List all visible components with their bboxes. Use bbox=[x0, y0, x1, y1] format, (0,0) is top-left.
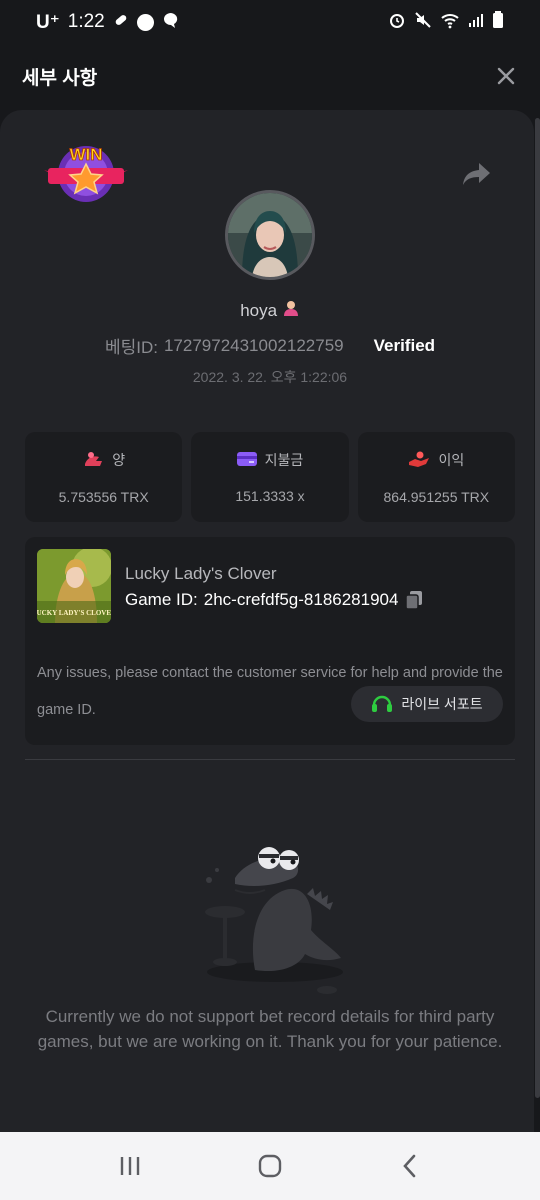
close-button[interactable] bbox=[494, 64, 518, 88]
bet-stats: 양 5.753556 TRX 지불금 151.3333 x 이익 864.951… bbox=[25, 432, 515, 522]
live-support-button[interactable]: 라이브 서포트 bbox=[351, 686, 503, 722]
back-chevron-icon bbox=[403, 1154, 416, 1178]
stat-card-payout: 지불금 151.3333 x bbox=[191, 432, 349, 522]
stat-label: 지불금 bbox=[264, 452, 304, 468]
live-support-label: 라이브 서포트 bbox=[401, 696, 483, 712]
empty-state-message: Currently we do not support bet record d… bbox=[37, 1007, 503, 1051]
close-icon bbox=[497, 67, 515, 85]
home-icon bbox=[258, 1154, 282, 1178]
headset-icon bbox=[371, 693, 393, 716]
clock: 1:22 bbox=[67, 11, 105, 32]
chat-bubble-icon bbox=[162, 11, 180, 34]
status-bar: U⁺ 1:22 bbox=[0, 0, 540, 44]
verified-badge: Verified bbox=[373, 335, 436, 355]
signal-icon bbox=[468, 12, 484, 33]
stat-value: 5.753556 TRX bbox=[58, 488, 149, 505]
recents-icon bbox=[120, 1157, 140, 1175]
game-id-row: Game ID: 2hc-crefdf5g-8186281904 bbox=[125, 590, 424, 610]
battery-icon bbox=[492, 10, 504, 34]
pill-notification-icon bbox=[113, 12, 129, 33]
copy-button[interactable] bbox=[404, 590, 424, 610]
game-id-value: 2hc-crefdf5g-8186281904 bbox=[203, 590, 399, 609]
section-divider bbox=[25, 759, 515, 760]
system-nav-bar bbox=[0, 1132, 540, 1200]
game-card: LUCKY LADY'S CLOVER Lucky Lady's Clover … bbox=[25, 537, 515, 745]
bet-timestamp: 2022. 3. 22. 오후 1:22:06 bbox=[192, 369, 348, 385]
stat-value: 151.3333 x bbox=[235, 488, 305, 504]
wifi-icon bbox=[440, 11, 460, 34]
profit-hand-icon bbox=[408, 450, 430, 471]
stat-value: 864.951255 TRX bbox=[383, 488, 490, 505]
coins-icon bbox=[82, 450, 104, 471]
wallet-icon bbox=[236, 451, 257, 470]
bet-id-label: 베팅ID: bbox=[104, 338, 158, 357]
lock-app-icon bbox=[136, 13, 154, 31]
stat-label: 양 bbox=[112, 452, 126, 468]
game-thumb-caption: LUCKY LADY'S CLOVER bbox=[37, 609, 111, 617]
username-row: hoya bbox=[0, 300, 540, 321]
details-header: 세부 사항 bbox=[0, 44, 540, 108]
crocodile-mascot-icon bbox=[195, 830, 345, 1000]
copy-icon bbox=[405, 591, 423, 610]
page-title: 세부 사항 bbox=[22, 67, 98, 89]
carrier-label: U⁺ bbox=[36, 11, 60, 33]
avatar bbox=[225, 190, 315, 280]
bet-id-value: 1727972431002122759 bbox=[163, 335, 344, 355]
alarm-icon bbox=[388, 11, 406, 34]
username: hoya bbox=[240, 301, 278, 320]
mute-icon bbox=[414, 11, 432, 34]
game-title: Lucky Lady's Clover bbox=[125, 564, 277, 583]
bet-id-row: 베팅ID: 1727972431002122759 Verified bbox=[0, 333, 540, 358]
stat-card-profit: 이익 864.951255 TRX bbox=[357, 432, 515, 522]
share-button[interactable] bbox=[462, 160, 492, 188]
recent-apps-button[interactable] bbox=[110, 1146, 150, 1186]
stat-card-amount: 양 5.753556 TRX bbox=[25, 432, 183, 522]
scrollbar[interactable] bbox=[535, 118, 540, 1098]
win-badge-icon: WIN bbox=[42, 140, 130, 208]
stat-label: 이익 bbox=[438, 452, 465, 468]
back-button[interactable] bbox=[390, 1146, 430, 1186]
game-thumbnail[interactable]: LUCKY LADY'S CLOVER bbox=[37, 549, 111, 623]
win-badge-text: WIN bbox=[69, 145, 102, 164]
game-id-label: Game ID: bbox=[125, 590, 198, 609]
share-icon bbox=[463, 163, 490, 185]
home-button[interactable] bbox=[250, 1146, 290, 1186]
user-emoji-icon bbox=[282, 301, 300, 320]
